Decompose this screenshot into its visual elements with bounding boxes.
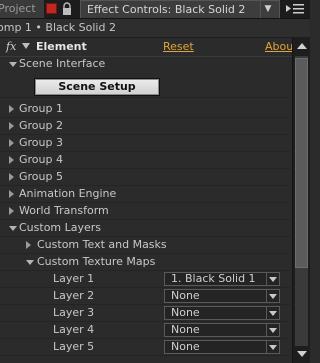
scroll-thumb[interactable] [295,58,308,268]
effect-header-row[interactable]: fx Element Reset Abou [0,38,293,57]
twirl-right-icon[interactable] [26,241,31,249]
tree-row-animation-engine[interactable]: Animation Engine [0,186,290,203]
layer-row: Layer 2 None [0,288,290,305]
tree-label: Custom Text and Masks [37,238,167,251]
chevron-down-icon[interactable]: ▼ [260,1,275,18]
twirl-right-icon[interactable] [9,190,14,198]
twirl-down-icon[interactable] [9,62,17,67]
chevron-down-icon[interactable] [266,341,279,353]
layer-select-value: 1. Black Solid 1 [171,272,256,285]
chevron-down-icon[interactable] [22,43,30,49]
twirl-down-icon[interactable] [26,260,34,265]
effect-name: Element [36,40,87,53]
scroll-down-icon[interactable] [295,348,308,360]
twirl-right-icon[interactable] [9,139,14,147]
twirl-down-icon[interactable] [9,226,17,231]
tab-effect-controls-label: Effect Controls: Black Solid 2 [87,3,246,16]
tree-label: Group 1 [19,102,63,115]
layer-row: Layer 3 None [0,305,290,322]
tree-label: World Transform [19,204,109,217]
layer-row: Layer 5 None [0,339,290,356]
lock-icon[interactable] [60,2,74,16]
tree-row-custom-texture-maps[interactable]: Custom Texture Maps [0,254,290,271]
twirl-right-icon[interactable] [9,105,14,113]
layer-label: Layer 2 [53,289,95,302]
chevron-down-icon[interactable] [266,290,279,302]
layer-row: Layer 1 1. Black Solid 1 [0,271,290,288]
scroll-up-icon[interactable] [295,40,308,52]
breadcrumb: omp 1 • Black Solid 2 [0,19,310,38]
layer-label: Layer 3 [53,306,95,319]
tree-label: Group 5 [19,170,63,183]
tree-row-group-5[interactable]: Group 5 [0,169,290,186]
layer-select-value: None [171,323,200,336]
twirl-right-icon[interactable] [9,156,14,164]
property-tree: Scene Interface Scene Setup Group 1 Grou… [0,56,290,363]
tree-row-custom-layers[interactable]: Custom Layers [0,220,290,237]
fx-toggle-icon[interactable]: fx [6,39,16,55]
tree-label: Custom Layers [19,221,102,234]
twirl-right-icon[interactable] [9,207,14,215]
tree-label: Custom Texture Maps [37,255,156,268]
layer-select[interactable]: None [164,306,280,320]
tab-project[interactable]: Project [0,0,44,18]
panel-tab-bar: Project Effect Controls: Black Solid 2 ▼ [0,0,310,19]
tree-row-world-transform[interactable]: World Transform [0,203,290,220]
tree-row-group-4[interactable]: Group 4 [0,152,290,169]
tree-row-scene-interface[interactable]: Scene Interface Scene Setup [0,56,290,98]
layer-select[interactable]: None [164,289,280,303]
tree-label: Animation Engine [19,187,117,200]
layer-row: Layer 4 None [0,322,290,339]
layer-select-value: None [171,289,200,302]
twirl-right-icon[interactable] [9,173,14,181]
layer-label: Layer 1 [53,272,95,285]
layer-select[interactable]: None [164,340,280,354]
layer-label: Layer 5 [53,340,95,353]
layer-select-value: None [171,340,200,353]
chevron-down-icon[interactable] [266,307,279,319]
tree-label: Scene Interface [19,57,106,70]
layer-select[interactable]: None [164,323,280,337]
layer-select-value: None [171,306,200,319]
layer-select[interactable]: 1. Black Solid 1 [164,272,280,286]
tree-label: Group 3 [19,136,63,149]
tree-row-group-2[interactable]: Group 2 [0,118,290,135]
vertical-scrollbar[interactable] [292,38,310,363]
about-link[interactable]: Abou [265,38,293,56]
tree-label: Group 4 [19,153,63,166]
close-tab-icon[interactable] [46,3,57,14]
tree-label: Group 2 [19,119,63,132]
tree-row-group-1[interactable]: Group 1 [0,101,290,118]
chevron-down-icon[interactable] [266,273,279,285]
twirl-right-icon[interactable] [9,122,14,130]
reset-link[interactable]: Reset [163,38,194,56]
tree-row-group-3[interactable]: Group 3 [0,135,290,152]
chevron-down-icon[interactable] [266,324,279,336]
panel-menu-icon[interactable] [284,2,306,16]
layer-label: Layer 4 [53,323,95,336]
scene-setup-button[interactable]: Scene Setup [34,78,160,96]
tree-row-custom-text-masks[interactable]: Custom Text and Masks [0,237,290,254]
tab-effect-controls[interactable]: Effect Controls: Black Solid 2 ▼ [80,0,280,18]
